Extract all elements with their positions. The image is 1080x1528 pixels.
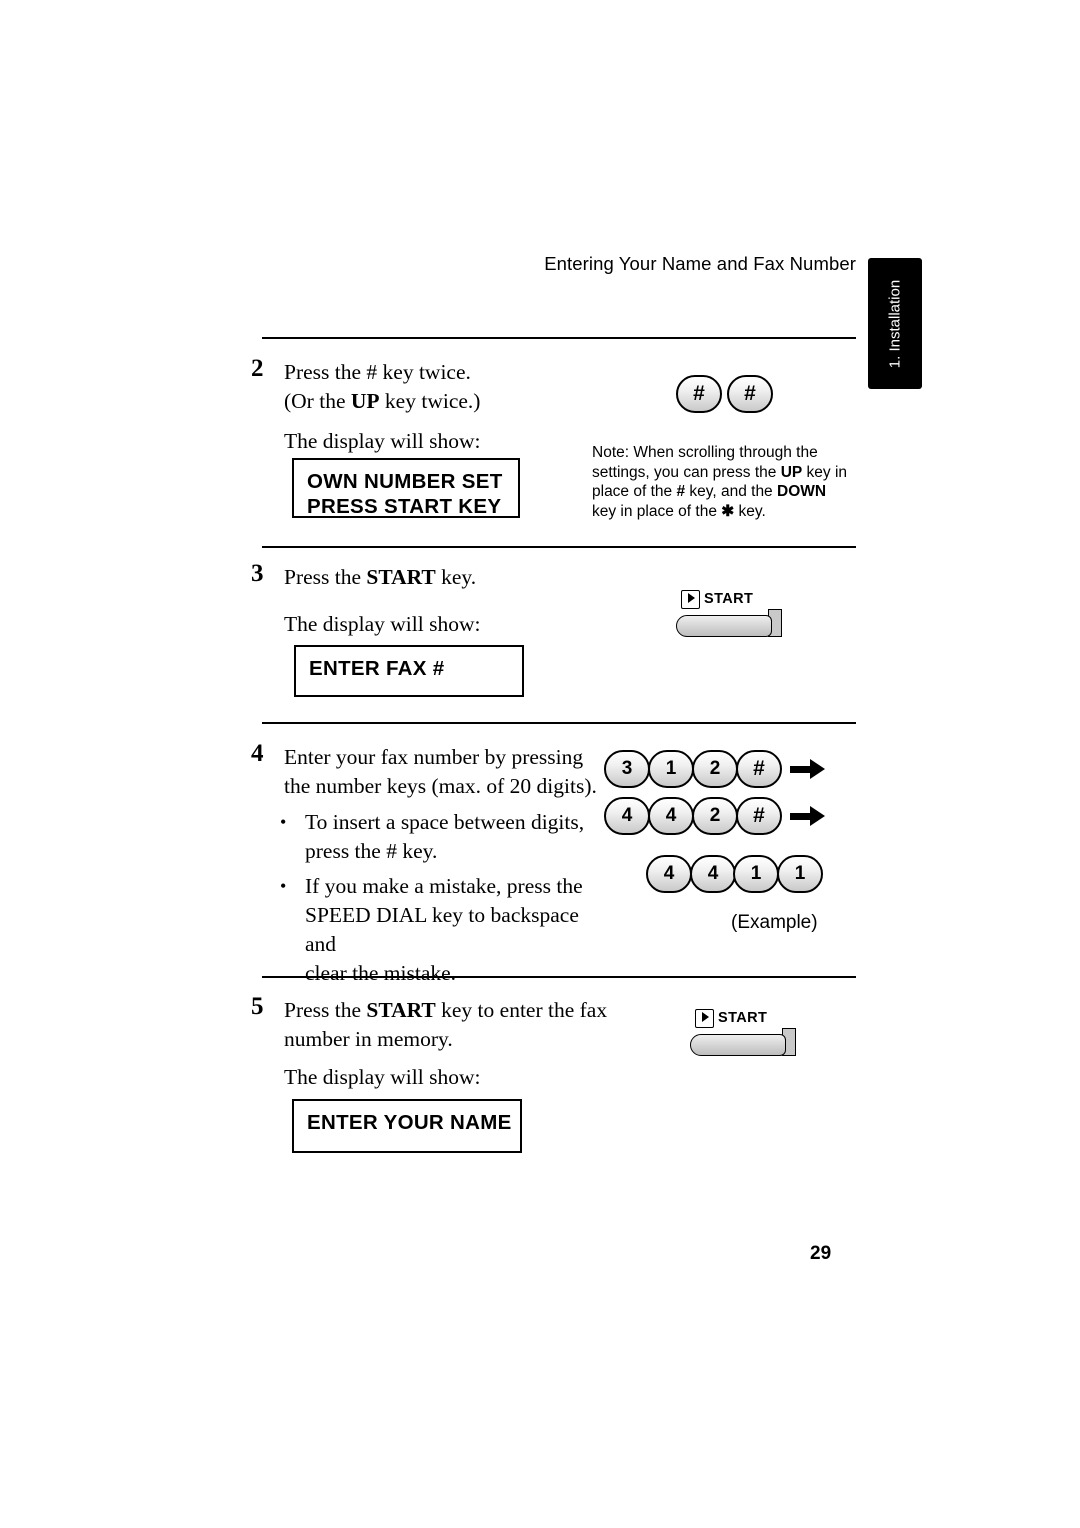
keypad-key-1c[interactable]: 1	[777, 855, 823, 893]
bullet-1-line-2: press the # key.	[305, 839, 438, 863]
start-button-body	[676, 615, 772, 637]
keypad-key-hash-1[interactable]: #	[736, 750, 782, 788]
page-header-title: Entering Your Name and Fax Number	[544, 253, 856, 274]
lcd-display-enter-fax: ENTER FAX #	[294, 645, 524, 697]
section-divider-1	[262, 337, 856, 340]
start-led-icon	[681, 590, 700, 609]
hash-key-2[interactable]: #	[727, 375, 773, 413]
step-4-number: 4	[251, 740, 264, 767]
keypad-key-1[interactable]: 1	[648, 750, 694, 788]
note-hash-key: #	[676, 483, 686, 500]
lcd-display-enter-your-name: ENTER YOUR NAME	[292, 1099, 522, 1153]
step-2-number: 2	[251, 355, 264, 382]
example-caption: (Example)	[731, 912, 818, 933]
step-3-body: Press the START key.	[284, 563, 476, 592]
step-4-line2: the number keys (max. of 20 digits).	[284, 774, 597, 798]
step-3-number: 3	[251, 560, 264, 587]
step-5-body: Press the START key to enter the fax num…	[284, 996, 614, 1054]
scrolling-note: Note: When scrolling through the setting…	[592, 443, 854, 521]
lcd-line-1: ENTER YOUR NAME	[307, 1111, 512, 1134]
step-2-line2-pre: (Or the	[284, 389, 351, 413]
section-divider-3	[262, 722, 856, 725]
bullet-1-line-1: To insert a space between digits,	[305, 810, 585, 834]
step-2-line2-post: key twice.)	[379, 389, 481, 413]
step-5-text-pre: Press the	[284, 998, 367, 1022]
start-led-icon	[695, 1009, 714, 1028]
keypad-key-4d[interactable]: 4	[690, 855, 736, 893]
keypad-key-4c[interactable]: 4	[646, 855, 692, 893]
note-text-4: key in place of the	[592, 502, 722, 520]
step-2-body: Press the # key twice. (Or the UP key tw…	[284, 358, 614, 416]
bullet-2-line-3: clear the mistake.	[305, 961, 457, 985]
note-up-key: UP	[780, 463, 803, 481]
lcd-display-own-number-set: OWN NUMBER SET PRESS START KEY	[292, 458, 520, 518]
chapter-side-tab-label: 1. Installation	[886, 279, 904, 368]
keypad-key-2b[interactable]: 2	[692, 797, 738, 835]
chapter-side-tab: 1. Installation	[868, 258, 922, 389]
note-text-5: key.	[734, 502, 766, 520]
bullet-2-line-1: If you make a mistake, press the	[305, 874, 583, 898]
note-down-key: DOWN	[777, 483, 827, 500]
note-star-key: ✱	[721, 502, 735, 520]
start-button-label: START	[718, 1010, 768, 1026]
step-5-start-key: START	[366, 998, 436, 1022]
bullet-dot-icon: •	[280, 812, 287, 832]
step-5-display-intro: The display will show:	[284, 1065, 481, 1089]
step-5-text-post: key to enter the fax	[435, 998, 608, 1022]
document-page: Entering Your Name and Fax Number 1. Ins…	[0, 0, 1080, 1528]
start-button-label: START	[704, 591, 754, 607]
step-3-text-pre: Press the	[284, 565, 367, 589]
step-5-number: 5	[251, 993, 264, 1020]
step-4-line1: Enter your fax number by pressing	[284, 745, 584, 769]
step-4-bullet-2: • If you make a mistake, press the SPEED…	[280, 872, 610, 988]
lcd-line-1: OWN NUMBER SET	[307, 470, 503, 493]
start-button-body	[690, 1034, 786, 1056]
lcd-line-2: PRESS START KEY	[307, 495, 502, 518]
step-3-display-intro: The display will show:	[284, 612, 481, 636]
bullet-dot-icon: •	[280, 876, 287, 896]
section-divider-2	[262, 546, 856, 549]
step-4-bullet-1: • To insert a space between digits, pres…	[280, 808, 600, 866]
bullet-2-speed-dial-key: SPEED DIAL	[305, 903, 427, 927]
keypad-key-3[interactable]: 3	[604, 750, 650, 788]
keypad-key-1b[interactable]: 1	[733, 855, 779, 893]
keypad-key-4a[interactable]: 4	[604, 797, 650, 835]
step-2-up-key: UP	[350, 389, 380, 413]
page-number: 29	[810, 1243, 832, 1264]
step-2-display-intro: The display will show:	[284, 429, 481, 453]
keypad-key-4b[interactable]: 4	[648, 797, 694, 835]
step-3-text-post: key.	[435, 565, 477, 589]
step-5-line2: number in memory.	[284, 1027, 453, 1051]
step-2-line1: Press the # key twice.	[284, 360, 471, 384]
step-4-body: Enter your fax number by pressing the nu…	[284, 743, 614, 801]
step-3-start-key: START	[366, 565, 436, 589]
lcd-line-1: ENTER FAX #	[309, 657, 445, 680]
note-text-3: key, and the	[685, 483, 777, 500]
keypad-key-hash-2[interactable]: #	[736, 797, 782, 835]
hash-key-1[interactable]: #	[676, 375, 722, 413]
keypad-key-2[interactable]: 2	[692, 750, 738, 788]
